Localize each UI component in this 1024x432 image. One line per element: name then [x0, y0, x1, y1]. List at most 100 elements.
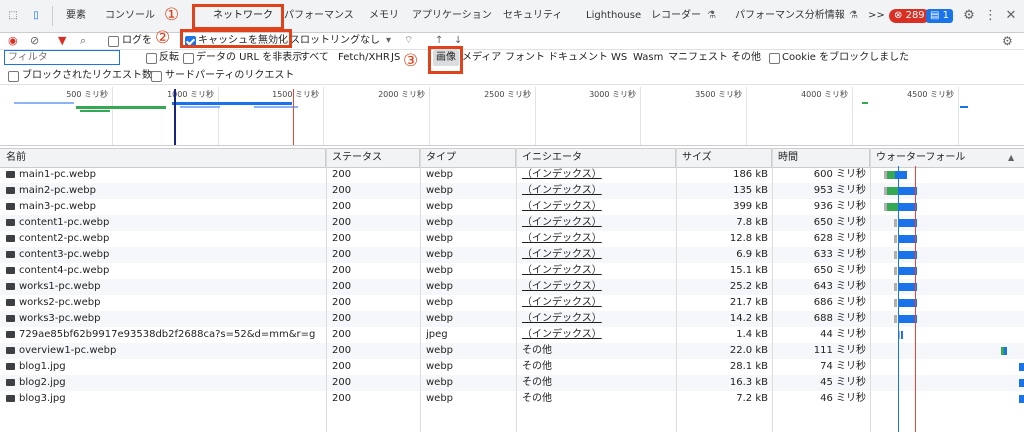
message-count-badge[interactable]: ▤ 1 — [926, 9, 954, 23]
blocked-requests-checkbox[interactable] — [8, 71, 19, 82]
tab-application[interactable]: アプリケーション — [412, 0, 492, 32]
image-file-icon — [6, 218, 15, 226]
tab-security[interactable]: セキュリティ — [503, 0, 562, 32]
waterfall-bar[interactable] — [1019, 379, 1024, 387]
column-divider — [420, 148, 421, 432]
request-status: 200 — [332, 297, 352, 308]
tab-recorder[interactable]: レコーダー — [651, 0, 701, 32]
request-time: 111 ミリ秒 — [813, 345, 866, 356]
filter-type-wasm[interactable]: Wasm — [633, 51, 663, 65]
waterfall-bar[interactable] — [894, 283, 897, 291]
waterfall-bar[interactable] — [1019, 395, 1024, 403]
request-initiator[interactable]: （インデックス） — [522, 279, 672, 295]
column-header-type[interactable]: タイプ — [420, 149, 516, 167]
close-icon[interactable]: ✕ — [1004, 0, 1018, 32]
tab-console[interactable]: コンソール — [105, 0, 155, 32]
device-toggle-icon[interactable]: ▯ — [28, 0, 44, 32]
request-initiator[interactable]: （インデックス） — [522, 327, 672, 343]
waterfall-bar[interactable] — [894, 235, 897, 243]
filter-funnel-icon[interactable]: ▼ — [58, 34, 66, 48]
filter-type-manifest[interactable]: マニフェスト — [668, 51, 728, 65]
request-initiator[interactable]: （インデックス） — [522, 231, 672, 247]
network-conditions-wifi-icon[interactable]: ⌔ — [404, 34, 413, 48]
column-header-size[interactable]: サイズ — [676, 149, 772, 167]
clear-icon[interactable]: ⊘ — [30, 34, 39, 48]
filter-type-all[interactable]: すべて — [300, 51, 329, 65]
waterfall-bar[interactable] — [901, 331, 903, 339]
request-initiator[interactable]: （インデックス） — [522, 167, 672, 183]
column-header-time[interactable]: 時間 — [772, 149, 870, 167]
request-size: 28.1 kB — [729, 361, 768, 372]
third-party-checkbox[interactable] — [151, 71, 162, 82]
column-header-status[interactable]: ステータス — [326, 149, 420, 167]
hide-data-urls-checkbox[interactable] — [183, 53, 194, 64]
blocked-cookies-checkbox[interactable] — [769, 53, 780, 64]
filter-type-document[interactable]: ドキュメント — [548, 51, 608, 65]
waterfall-bar[interactable] — [1019, 363, 1024, 371]
error-count-badge[interactable]: ⊗ 289 — [889, 9, 930, 23]
waterfall-bar[interactable] — [894, 251, 897, 259]
request-name: works2-pc.webp — [6, 295, 326, 311]
request-name: blog3.jpg — [6, 391, 326, 407]
tab-lighthouse[interactable]: Lighthouse — [586, 0, 641, 32]
tab-memory[interactable]: メモリ — [369, 0, 399, 32]
request-initiator[interactable]: （インデックス） — [522, 215, 672, 231]
request-name-text: content2-pc.webp — [19, 233, 110, 244]
more-options-icon[interactable]: ⋮ — [984, 0, 997, 32]
filter-type-ws[interactable]: WS — [611, 51, 627, 65]
record-stop-icon[interactable]: ◉ — [8, 34, 18, 48]
request-size: 399 kB — [733, 201, 768, 212]
request-name-text: main1-pc.webp — [19, 169, 97, 180]
overview-gridline — [218, 87, 219, 145]
column-divider — [676, 148, 677, 432]
filter-type-fetch-xhr[interactable]: Fetch/XHR — [338, 51, 390, 65]
waterfall-bar[interactable] — [894, 315, 897, 323]
image-file-icon — [6, 378, 15, 386]
settings-gear-icon[interactable]: ⚙ — [962, 0, 976, 32]
preserve-log-checkbox[interactable] — [108, 36, 119, 47]
image-file-icon — [6, 202, 15, 210]
invert-checkbox[interactable] — [146, 53, 157, 64]
tab-elements[interactable]: 要素 — [66, 0, 86, 32]
request-initiator: その他 — [522, 393, 552, 404]
request-name-text: content1-pc.webp — [19, 217, 110, 228]
request-initiator[interactable]: （インデックス） — [522, 247, 672, 263]
request-initiator[interactable]: （インデックス） — [522, 295, 672, 311]
filter-type-other[interactable]: その他 — [731, 51, 761, 65]
search-icon[interactable]: ⌕ — [80, 34, 86, 48]
request-time: 628 ミリ秒 — [813, 233, 866, 244]
throttling-select[interactable]: スロットリングなし — [290, 34, 380, 48]
overview-gridline — [535, 87, 536, 145]
waterfall-bar[interactable] — [1004, 347, 1007, 355]
waterfall-bar[interactable] — [894, 299, 897, 307]
waterfall-bar[interactable] — [894, 267, 897, 275]
chevron-down-icon[interactable]: ▾ — [386, 34, 391, 48]
request-initiator[interactable]: （インデックス） — [522, 183, 672, 199]
inspect-element-icon[interactable]: ⬚ — [6, 0, 20, 32]
filter-input[interactable] — [4, 50, 120, 65]
filter-type-js[interactable]: JS — [391, 51, 400, 65]
waterfall-bar[interactable] — [895, 171, 907, 179]
tab-performance-insights[interactable]: パフォーマンス分析情報 — [735, 0, 845, 32]
tab-performance[interactable]: パフォーマンス — [284, 0, 354, 32]
timeline-overview[interactable]: 500 ミリ秒 1000 ミリ秒 1500 ミリ秒 2000 ミリ秒 2500 … — [0, 87, 1024, 146]
filter-type-media[interactable]: メディア — [462, 51, 501, 65]
request-initiator[interactable]: （インデックス） — [522, 263, 672, 279]
filter-type-font[interactable]: フォント — [505, 51, 545, 65]
annotation-box-images-filter — [428, 46, 463, 74]
overview-gridline — [640, 87, 641, 145]
column-header-initiator[interactable]: イニシエータ — [516, 149, 676, 167]
request-initiator[interactable]: （インデックス） — [522, 199, 672, 215]
waterfall-bar[interactable] — [894, 219, 897, 227]
network-settings-gear-icon[interactable]: ⚙ — [1002, 34, 1013, 48]
request-type: webp — [426, 169, 454, 180]
request-type: webp — [426, 217, 454, 228]
blocked-requests-label: ブロックされたリクエスト数 — [22, 70, 152, 81]
column-header-waterfall[interactable]: ウォーターフォール — [870, 149, 1024, 167]
column-header-name[interactable]: 名前 — [0, 149, 326, 167]
waterfall-bar[interactable] — [887, 171, 895, 179]
request-size: 15.1 kB — [729, 265, 768, 276]
request-initiator[interactable]: （インデックス） — [522, 311, 672, 327]
overview-bar — [862, 102, 868, 104]
more-tabs-button[interactable]: >> — [868, 0, 885, 32]
